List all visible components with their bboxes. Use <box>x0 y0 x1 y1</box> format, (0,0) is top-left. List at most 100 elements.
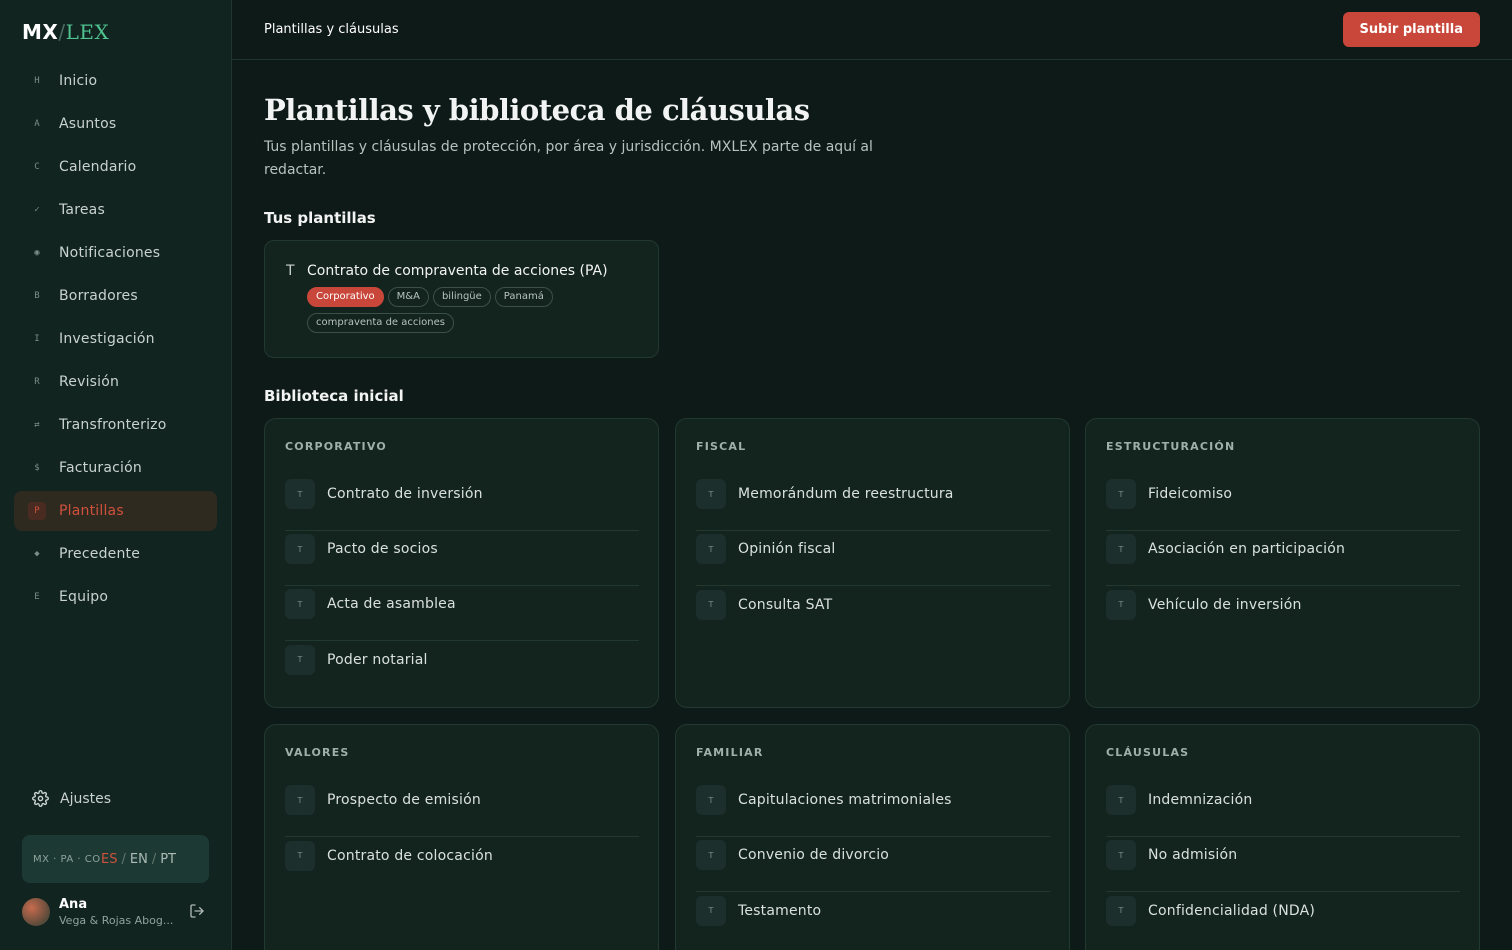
lang-es[interactable]: ES <box>101 852 117 867</box>
template-badge-icon: T <box>696 589 726 620</box>
list-item[interactable]: T No admisión <box>1106 837 1460 892</box>
template-badge-icon: T <box>285 589 315 619</box>
list-item[interactable]: T Contrato de inversión <box>285 476 639 531</box>
item-label: Indemnización <box>1148 792 1253 808</box>
list-item[interactable]: T Opinión fiscal <box>696 531 1050 586</box>
list-item[interactable]: T Contrato de colocación <box>285 837 639 892</box>
avatar <box>22 898 50 926</box>
item-label: Testamento <box>738 902 822 919</box>
item-label: Prospecto de emisión <box>327 792 481 808</box>
page-title: Plantillas y biblioteca de cláusulas <box>264 93 810 127</box>
sidebar-item-plantillas[interactable]: P Plantillas <box>14 491 217 531</box>
breadcrumb: Plantillas y cláusulas <box>264 22 399 37</box>
category-label: CLÁUSULAS <box>1106 746 1190 759</box>
sidebar-item-label: Inicio <box>59 73 98 89</box>
template-badge-icon: T <box>1106 534 1136 564</box>
template-badge-icon: T <box>285 644 315 675</box>
list-item[interactable]: T Testamento <box>696 892 1050 947</box>
list-item[interactable]: T Prospecto de emisión <box>285 782 639 837</box>
list-item[interactable]: T Pacto de socios <box>285 531 639 586</box>
list-item[interactable]: T Memorándum de reestructura <box>696 476 1050 531</box>
sidebar-item-equipo[interactable]: E Equipo <box>14 577 217 617</box>
list-item[interactable]: T Confidencialidad (NDA) <box>1106 892 1460 947</box>
item-label: Consulta SAT <box>738 596 833 613</box>
template-badge-icon: T <box>696 785 726 815</box>
sidebar-item-notificaciones[interactable]: ◉ Notificaciones <box>14 233 217 273</box>
category-card-clausulas: CLÁUSULAS T Indemnización T No admisión TC… <box>1085 724 1480 950</box>
arrows-exchange-icon: ⇄ <box>34 420 40 430</box>
template-badge-icon: T <box>1106 785 1136 815</box>
diamond-icon: ◆ <box>34 549 40 559</box>
template-badge-icon: T <box>696 840 726 870</box>
template-badge-icon: T <box>1106 840 1136 870</box>
sidebar-item-label: Calendario <box>59 159 137 175</box>
item-label: Acta de asamblea <box>327 596 456 612</box>
template-icon: T <box>286 263 295 279</box>
sidebar-item-borradores[interactable]: B Borradores <box>14 276 217 316</box>
templates-icon: P <box>28 502 46 520</box>
logo-slash: / <box>58 20 66 44</box>
tag: compraventa de acciones <box>307 313 454 333</box>
item-label: Convenio de divorcio <box>738 847 890 863</box>
sidebar-item-ajustes[interactable]: Ajustes <box>32 790 111 807</box>
drafts-icon: B <box>34 291 40 301</box>
user-profile[interactable]: Ana Vega & Rojas Abog... <box>22 895 209 929</box>
list-item[interactable]: T Fideicomiso <box>1106 476 1460 531</box>
list-item[interactable]: T Asociación en participación <box>1106 531 1460 586</box>
list-item[interactable]: T Indemnización <box>1106 782 1460 837</box>
template-tags: Corporativo M&A bilingüe Panamá compraventa … <box>307 287 647 339</box>
sidebar-item-label: Facturación <box>59 460 142 476</box>
list-item[interactable]: T Consulta SAT <box>696 586 1050 641</box>
sidebar-item-investigacion[interactable]: I Investigación <box>14 319 217 359</box>
category-list: T Indemnización T No admisión T Confidencia… <box>1106 782 1460 947</box>
check-icon: ✓ <box>34 205 40 215</box>
template-card[interactable]: T Contrato de compraventa de acciones (P… <box>264 240 659 358</box>
sidebar-item-asuntos[interactable]: A Asuntos <box>14 104 217 144</box>
list-item[interactable]: T Acta de asamblea <box>285 586 639 641</box>
lang-en[interactable]: EN <box>130 852 148 867</box>
your-templates-heading: Tus plantillas <box>264 209 376 227</box>
list-item[interactable]: T Capitulaciones matrimoniales <box>696 782 1050 837</box>
category-card-corporativo: CORPORATIVO T Contrato de inversión T Pact… <box>264 418 659 708</box>
logout-icon[interactable] <box>189 903 205 919</box>
category-card-familiar: FAMILIAR T Capitulaciones matrimoniales T… <box>675 724 1070 950</box>
category-label: FAMILIAR <box>696 746 764 759</box>
tag: bilingüe <box>432 287 491 307</box>
template-badge-icon: T <box>696 534 726 564</box>
item-label: Poder notarial <box>327 651 428 668</box>
sidebar-item-label: Transfronterizo <box>59 417 167 433</box>
sidebar-item-calendario[interactable]: C Calendario <box>14 147 217 187</box>
tag: Panamá <box>494 287 553 307</box>
list-item[interactable]: T Poder notarial <box>285 641 639 696</box>
sidebar-item-precedente[interactable]: ◆ Precedente <box>14 534 217 574</box>
matters-icon: A <box>34 119 40 129</box>
sidebar-item-inicio[interactable]: H Inicio <box>14 61 217 101</box>
item-label: Memorándum de reestructura <box>738 486 954 502</box>
template-name: Contrato de compraventa de acciones (PA) <box>307 263 608 279</box>
list-item[interactable]: T Convenio de divorcio <box>696 837 1050 892</box>
upload-template-button[interactable]: Subir plantilla <box>1342 12 1480 47</box>
lang-separator: / <box>151 851 157 867</box>
sidebar: MX/LEX H Inicio A Asuntos C Calendario ✓… <box>0 0 232 950</box>
category-label: ESTRUCTURACIÓN <box>1106 440 1236 453</box>
item-label: Pacto de socios <box>327 541 438 557</box>
list-item[interactable]: T Vehículo de inversión <box>1106 586 1460 641</box>
sidebar-item-label: Asuntos <box>59 116 117 132</box>
sidebar-item-revision[interactable]: R Revisión <box>14 362 217 402</box>
brand-logo[interactable]: MX/LEX <box>22 20 109 44</box>
lang-pt[interactable]: PT <box>160 852 176 867</box>
tag: Corporativo <box>307 287 384 307</box>
item-label: Asociación en participación <box>1148 541 1346 557</box>
sidebar-item-tareas[interactable]: ✓ Tareas <box>14 190 217 230</box>
item-label: Contrato de colocación <box>327 847 493 864</box>
language-options: ES / EN / PT <box>101 852 176 867</box>
sidebar-item-label: Borradores <box>59 288 138 304</box>
sidebar-item-transfronterizo[interactable]: ⇄ Transfronterizo <box>14 405 217 445</box>
sidebar-nav: H Inicio A Asuntos C Calendario ✓ Tareas… <box>14 61 217 620</box>
research-icon: I <box>34 334 40 344</box>
category-card-fiscal: FISCAL T Memorándum de reestructura T Opin… <box>675 418 1070 708</box>
sidebar-item-facturacion[interactable]: $ Facturación <box>14 448 217 488</box>
logo-lex: LEX <box>65 20 110 44</box>
library-heading: Biblioteca inicial <box>264 387 404 405</box>
template-badge-icon: T <box>696 895 726 926</box>
